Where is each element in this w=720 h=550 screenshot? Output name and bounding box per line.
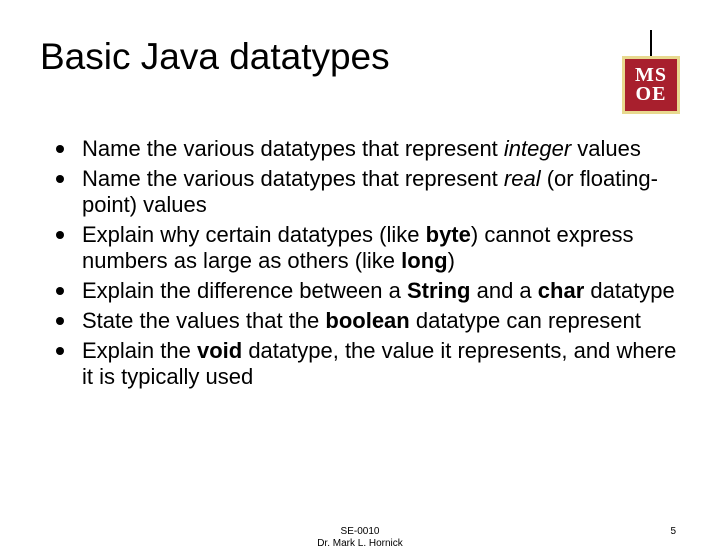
bullet-em: char xyxy=(538,278,584,303)
footer-course: SE-0010 xyxy=(317,526,403,538)
bullet-text: Explain why certain datatypes (like xyxy=(82,222,426,247)
list-item: Explain the void datatype, the value it … xyxy=(52,338,680,390)
list-item: Name the various datatypes that represen… xyxy=(52,136,680,162)
list-item: Explain why certain datatypes (like byte… xyxy=(52,222,680,274)
bullet-em: String xyxy=(407,278,471,303)
bullet-text: values xyxy=(571,136,641,161)
bullet-text: datatype xyxy=(584,278,675,303)
bullet-text: ) xyxy=(448,248,455,273)
bullet-em: boolean xyxy=(325,308,409,333)
bullet-text: Name the various datatypes that represen… xyxy=(82,136,504,161)
logo-box-icon: MS OE xyxy=(622,56,680,114)
list-item: Name the various datatypes that represen… xyxy=(52,166,680,218)
list-item: Explain the difference between a String … xyxy=(52,278,680,304)
logo-stem xyxy=(650,30,652,56)
bullet-text: Explain the difference between a xyxy=(82,278,407,303)
bullet-text: and a xyxy=(471,278,538,303)
bullet-text: State the values that the xyxy=(82,308,325,333)
footer-page-number: 5 xyxy=(670,526,676,537)
bullet-list: Name the various datatypes that represen… xyxy=(40,136,680,390)
slide: Basic Java datatypes MS OE Name the vari… xyxy=(0,0,720,540)
bullet-text: datatype can represent xyxy=(410,308,641,333)
logo-text-bottom: OE xyxy=(636,85,667,104)
bullet-em: void xyxy=(197,338,242,363)
slide-header: Basic Java datatypes MS OE xyxy=(40,30,680,114)
bullet-em: byte xyxy=(426,222,471,247)
list-item: State the values that the boolean dataty… xyxy=(52,308,680,334)
slide-title: Basic Java datatypes xyxy=(40,30,622,78)
bullet-text: Name the various datatypes that represen… xyxy=(82,166,504,191)
bullet-text: Explain the xyxy=(82,338,197,363)
footer-center: SE-0010 Dr. Mark L. Hornick xyxy=(317,526,403,550)
bullet-em: integer xyxy=(504,136,571,161)
logo: MS OE xyxy=(622,30,680,114)
bullet-em: real xyxy=(504,166,541,191)
bullet-em: long xyxy=(401,248,447,273)
